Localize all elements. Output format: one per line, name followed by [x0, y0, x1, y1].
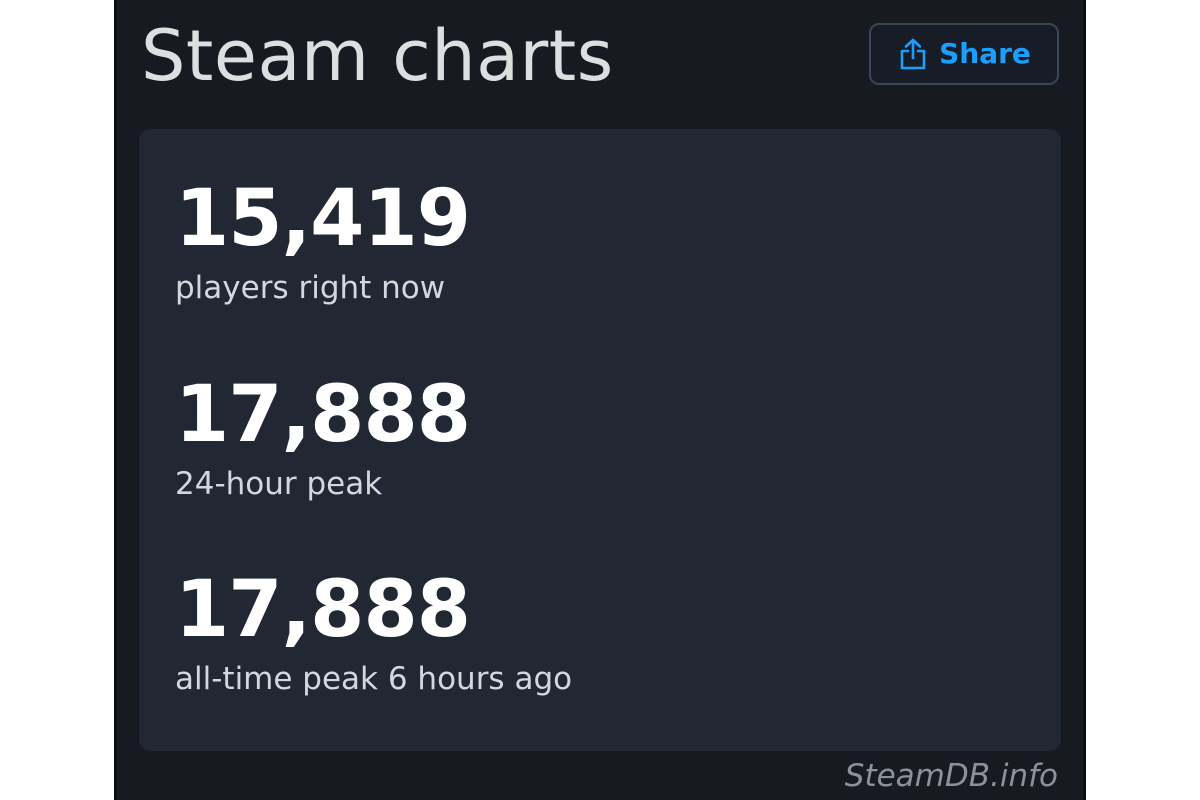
panel-left-edge: [114, 0, 117, 800]
stats-card: 15,419 players right now 17,888 24-hour …: [139, 129, 1061, 751]
stat-label: players right now: [175, 270, 446, 306]
stat-value: 17,888: [175, 370, 471, 460]
share-icon: [900, 38, 926, 70]
stat-label: all-time peak 6 hours ago: [175, 661, 573, 697]
stat-players-now: 15,419 players right now: [175, 174, 471, 307]
stat-value: 15,419: [175, 174, 471, 264]
stat-label: 24-hour peak: [175, 466, 383, 502]
stat-all-time-peak: 17,888 all-time peak 6 hours ago: [175, 570, 572, 698]
steam-charts-panel: Steam charts Share 15,419 players right …: [114, 0, 1086, 800]
stat-24h-peak: 17,888 24-hour peak: [175, 370, 471, 503]
stat-value: 17,888: [175, 565, 471, 655]
panel-right-edge: [1083, 0, 1086, 800]
steamdb-watermark: SteamDB.info: [844, 758, 1058, 794]
page-title: Steam charts: [141, 15, 614, 97]
share-label: Share: [939, 37, 1031, 70]
share-button[interactable]: Share: [869, 23, 1059, 85]
